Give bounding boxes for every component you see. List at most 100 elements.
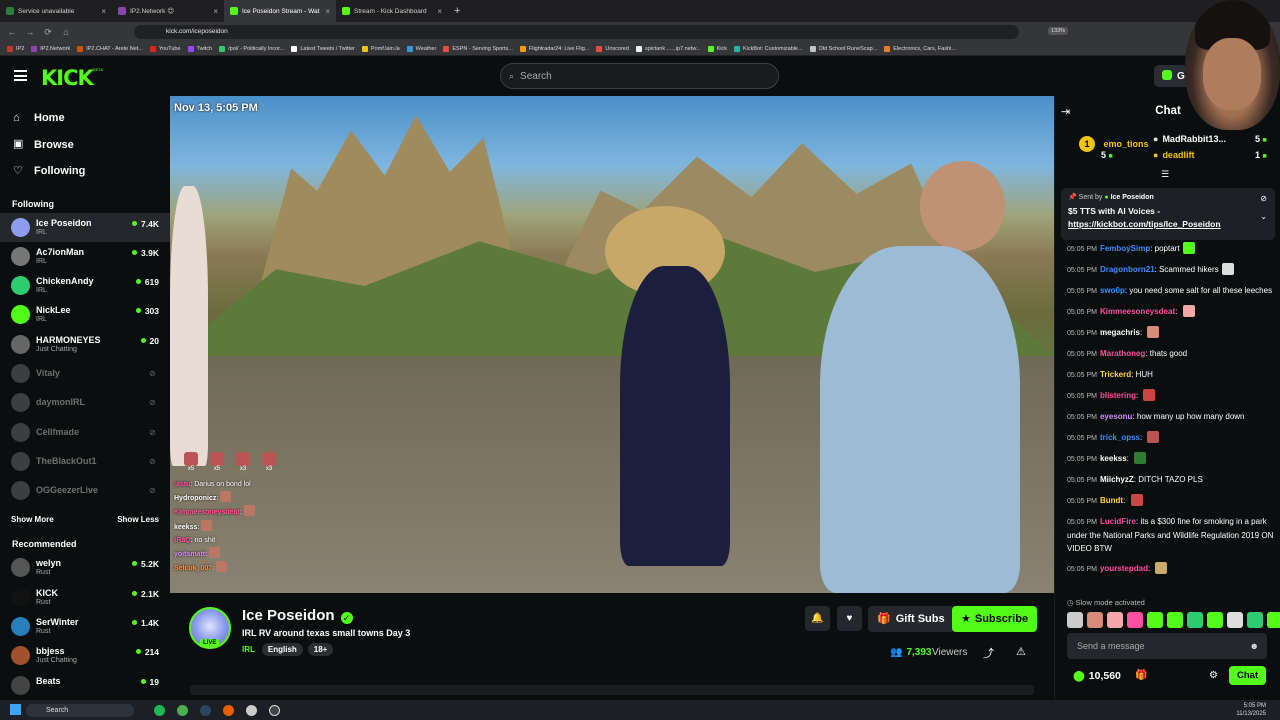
sidebar-channel-item[interactable]: Cellfmade ⊘ [0,418,170,447]
bookmark-item[interactable]: Twitch [187,45,212,52]
emote-icon[interactable] [1187,612,1203,628]
nav-item-browse[interactable]: ▣ Browse [0,132,170,159]
browser-tab[interactable]: Stream - Kick Dashboard × [336,0,448,22]
nav-item-following[interactable]: ♡ Following [0,158,170,185]
chevron-down-icon[interactable]: ⌄ [1260,212,1267,221]
bookmark-item[interactable]: Unscored [596,45,629,52]
bookmark-item[interactable]: YouTube [149,45,181,52]
tag-pill[interactable]: 18+ [307,643,334,656]
unpin-icon[interactable]: ⊘ [1260,194,1267,203]
nav-item-home[interactable]: ⌂ Home [0,105,170,132]
bookmark-item[interactable]: Latest Tweets / Twitter [291,45,355,52]
pinned-link[interactable]: https://kickbot.com/tips/Ice_Poseidon [1068,219,1221,229]
sidebar-channel-item[interactable]: daymonIRL ⊘ [0,388,170,417]
close-icon[interactable]: × [101,7,106,16]
bookmark-item[interactable]: ESPN - Serving Sports... [443,45,513,52]
bookmark-item[interactable]: /pol/ - Politically Incor... [219,45,284,52]
channel-name[interactable]: Ice Poseidon [242,607,335,624]
reload-icon[interactable]: ⟳ [42,27,54,38]
sidebar-channel-item[interactable]: Ac7ionMan IRL 3.9K [0,242,170,271]
chrome-icon[interactable] [177,704,188,716]
gift-subs-button[interactable]: 🎁 Gift Subs [868,606,954,632]
message-username[interactable]: swo0p [1100,286,1125,295]
message-username[interactable]: yourstepdad [1100,564,1148,573]
firefox-icon[interactable] [223,704,234,716]
kick-logo[interactable]: KICK [41,66,94,90]
message-username[interactable]: Dragonborn21 [1100,265,1155,274]
subscribe-button[interactable]: ★ Subscribe [952,606,1038,632]
sidebar-channel-item[interactable]: KICK Rust 2.1K [0,583,170,612]
bookmark-item[interactable]: Kick [707,45,727,52]
emote-icon[interactable] [1267,612,1280,628]
emote-icon[interactable] [1107,612,1123,628]
message-username[interactable]: megachris [1100,328,1140,337]
bookmark-item[interactable]: Flightradar24: Live Flig... [519,45,589,52]
sidebar-channel-item[interactable]: HARMONEYES Just Chatting 20 [0,330,170,359]
message-username[interactable]: eyesonu [1100,412,1132,421]
forward-icon[interactable]: → [24,27,36,37]
chat-message-input[interactable]: Send a message ☻ [1067,633,1267,659]
browser-tab[interactable]: IP2.Network 😊 × [112,0,224,22]
message-username[interactable]: Bundt [1100,496,1123,505]
emoji-icon[interactable]: ☻ [1250,633,1259,659]
close-icon[interactable]: × [325,7,330,16]
bookmark-item[interactable]: IP2.CHAT - Arete Net... [77,45,143,52]
sidebar-channel-item[interactable]: bbjess Just Chatting 214 [0,641,170,670]
new-tab-icon[interactable]: + [454,5,460,17]
tag-pill[interactable]: English [261,643,303,656]
message-username[interactable]: blistering [1100,391,1136,400]
back-icon[interactable]: ← [6,27,18,37]
bookmark-item[interactable]: Electronics, Cars, Fashi... [884,45,956,52]
emote-icon[interactable] [1167,612,1183,628]
close-icon[interactable]: × [437,7,442,16]
notification-bell-button[interactable]: 🔔 [805,606,830,631]
bookmark-item[interactable]: Old School RuneScap... [809,45,877,52]
sidebar-channel-item[interactable]: welyn Rust 5.2K [0,553,170,582]
sidebar-channel-item[interactable]: Vitaly ⊘ [0,359,170,388]
message-username[interactable]: LucidFire [1100,517,1136,526]
menu-icon[interactable] [14,70,27,81]
video-player[interactable]: Nov 13, 5:05 PM x5 x5 x3 x3 lastu: Darius o… [170,96,1054,593]
zoom-badge[interactable]: 133% [1048,27,1069,35]
message-username[interactable]: Kimmeesoneysdeat [1100,307,1175,316]
emote-icon[interactable] [1127,612,1143,628]
sidebar-channel-item[interactable]: ChickenAndy IRL 619 [0,271,170,300]
windows-start-icon[interactable] [10,704,21,715]
close-icon[interactable]: × [213,7,218,16]
send-chat-button[interactable]: Chat [1229,666,1267,685]
bookmark-item[interactable]: KickBot: Customizable... [733,45,803,52]
steam-icon[interactable] [200,704,211,716]
follow-heart-button[interactable]: ♥ [837,606,862,631]
address-bar[interactable]: kick.com/iceposeidon [134,25,1019,39]
spotify-icon[interactable] [154,704,165,716]
bookmark-item[interactable]: IP2 [7,45,24,52]
gift-icon[interactable]: 🎁 [1135,670,1147,681]
bookmark-item[interactable]: IP2.Network [31,45,70,52]
message-username[interactable]: keekss [1100,454,1127,463]
taskbar-search[interactable]: Search [26,703,134,717]
sidebar-channel-item[interactable]: Beats 19 [0,671,170,700]
message-username[interactable]: FemboySimp [1100,244,1150,253]
show-more-button[interactable]: Show More [11,515,54,524]
home-browser-icon[interactable]: ⌂ [60,27,72,37]
emote-icon[interactable] [1247,612,1263,628]
emote-icon[interactable] [1067,612,1083,628]
report-icon[interactable]: ⚠ [1016,645,1026,658]
search-input[interactable]: ⌕ Search [500,63,779,89]
bookmark-item[interactable]: Pomf.lain.la [361,45,400,52]
emote-icon[interactable] [1227,612,1243,628]
gear-icon[interactable]: ⚙ [1209,670,1218,681]
browser-tab[interactable]: Ice Poseidon Stream - Wat × [224,0,336,22]
channel-points[interactable]: ⬤ 10,560 [1073,670,1121,682]
share-icon[interactable]: ⤴ [983,645,994,661]
message-username[interactable]: trick_opss [1100,433,1140,442]
message-username[interactable]: Marathoneg [1100,349,1145,358]
emote-icon[interactable] [1087,612,1103,628]
obs-icon[interactable] [269,704,280,716]
bookmark-item[interactable]: spictank ......ip7.netw... [635,45,701,52]
app-icon[interactable] [246,704,257,716]
message-username[interactable]: Trickerd [1100,370,1131,379]
emote-icon[interactable] [1207,612,1223,628]
sidebar-channel-item[interactable]: Ice Poseidon IRL 7.4K [0,212,170,242]
emote-icon[interactable] [1147,612,1163,628]
